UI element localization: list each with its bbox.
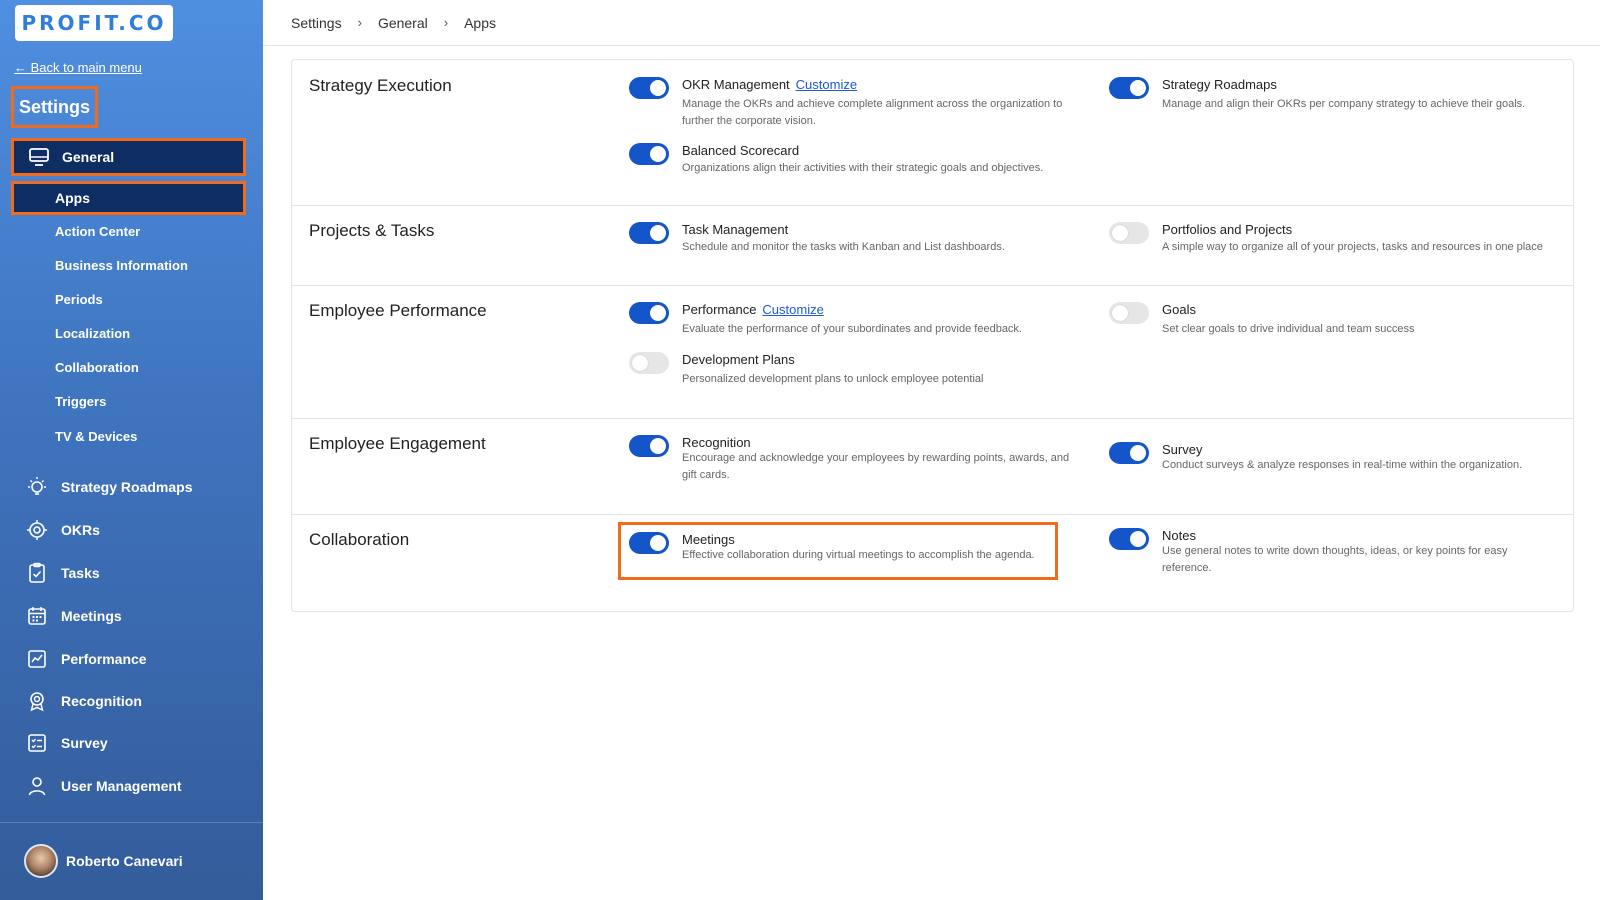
app-name: Goals [1162, 302, 1196, 317]
lightbulb-icon [25, 475, 49, 499]
section-title: Projects & Tasks [309, 221, 435, 240]
performance-toggle[interactable] [629, 302, 669, 324]
app-name: Portfolios and Projects [1162, 222, 1293, 237]
chevron-right-icon: › [357, 15, 362, 30]
app-name: Performance [682, 302, 757, 317]
section-employee-performance: Employee Performance Performance Customiz… [292, 286, 1573, 419]
sidebar-item-label: Survey [61, 735, 108, 751]
clipboard-check-icon [25, 561, 49, 585]
app-name: OKR Management [682, 77, 790, 92]
performance-customize-link[interactable]: Customize [762, 302, 823, 317]
breadcrumb-apps: Apps [464, 14, 497, 31]
sidebar-item-general-label: General [62, 149, 115, 165]
app-name: Recognition [682, 435, 751, 450]
target-icon [25, 518, 49, 542]
settings-title: Settings [11, 86, 98, 128]
sidebar-item-okrs[interactable]: OKRs [25, 518, 100, 542]
sidebar-item-user-management[interactable]: User Management [25, 774, 182, 798]
sidebar-item-label: User Management [61, 778, 182, 794]
app-name: Balanced Scorecard [682, 143, 800, 158]
breadcrumb: Settings › General › Apps [263, 0, 1600, 46]
monitor-icon [29, 148, 49, 166]
sidebar-item-label: Tasks [61, 565, 100, 581]
sidebar-item-label: Meetings [61, 608, 122, 624]
app-description: Conduct surveys & analyze responses in r… [1162, 459, 1523, 471]
sidebar: PROFIT.CO ← Back to main menu Settings G… [0, 0, 263, 900]
sidebar-item-label: Strategy Roadmaps [61, 479, 193, 495]
task-management-toggle[interactable] [629, 222, 669, 244]
sidebar-item-meetings[interactable]: Meetings [25, 604, 122, 628]
app-description: Encourage and acknowledge your employees… [682, 452, 1070, 481]
sidebar-item-business-information[interactable]: Business Information [55, 258, 188, 273]
sidebar-item-apps-label: Apps [55, 190, 90, 206]
goals-toggle[interactable] [1109, 302, 1149, 324]
sidebar-item-label: Recognition [61, 693, 142, 709]
section-title: Employee Engagement [309, 434, 486, 453]
sidebar-item-general[interactable]: General [11, 138, 246, 176]
chart-line-icon [25, 647, 49, 671]
sidebar-item-periods[interactable]: Periods [55, 292, 103, 307]
strategy-roadmaps-toggle[interactable] [1109, 77, 1149, 99]
back-to-main-menu-link[interactable]: ← Back to main menu [14, 60, 142, 75]
meetings-highlight-box [618, 522, 1058, 580]
portfolios-projects-toggle[interactable] [1109, 222, 1149, 244]
notes-toggle[interactable] [1109, 528, 1149, 550]
okr-management-toggle[interactable] [629, 77, 669, 99]
app-name: Notes [1162, 528, 1196, 543]
app-description: Manage and align their OKRs per company … [1162, 98, 1526, 110]
sidebar-divider [0, 822, 263, 823]
app-name: Strategy Roadmaps [1162, 77, 1277, 92]
app-name: Survey [1162, 442, 1203, 457]
chevron-right-icon: › [443, 15, 449, 30]
avatar[interactable] [24, 844, 58, 878]
section-strategy-execution: Strategy Execution OKR Management Customi… [292, 60, 1573, 206]
sidebar-item-recognition[interactable]: Recognition [25, 689, 142, 713]
okr-customize-link[interactable]: Customize [796, 77, 857, 92]
sidebar-item-action-center[interactable]: Action Center [55, 224, 140, 239]
survey-list-icon [25, 731, 49, 755]
section-title: Employee Performance [309, 301, 487, 320]
award-badge-icon [25, 689, 49, 713]
breadcrumb-settings[interactable]: Settings [291, 15, 342, 31]
app-description: Set clear goals to drive individual and … [1162, 323, 1415, 335]
user-name: Roberto Canevari [66, 853, 183, 869]
section-title: Strategy Execution [309, 76, 452, 95]
sidebar-item-tasks[interactable]: Tasks [25, 561, 100, 585]
sidebar-item-label: OKRs [61, 522, 100, 538]
section-projects-tasks: Projects & Tasks Task Management Schedul… [292, 206, 1573, 286]
section-title: Collaboration [309, 530, 410, 549]
sidebar-item-tv-devices[interactable]: TV & Devices [55, 429, 137, 444]
app-description: A simple way to organize all of your pro… [1162, 241, 1543, 253]
sidebar-item-survey[interactable]: Survey [25, 731, 108, 755]
balanced-scorecard-toggle[interactable] [629, 143, 669, 165]
app-description: Manage the OKRs and achieve complete ali… [682, 98, 1063, 127]
user-icon [25, 774, 49, 798]
section-employee-engagement: Employee Engagement Recognition Encourag… [292, 419, 1573, 515]
recognition-toggle[interactable] [629, 435, 669, 457]
app-description: Use general notes to write down thoughts… [1162, 545, 1508, 574]
app-name: Development Plans [682, 352, 795, 367]
profit-co-logo[interactable]: PROFIT.CO [15, 5, 173, 41]
app-description: Personalized development plans to unlock… [682, 373, 984, 385]
calendar-icon [25, 604, 49, 628]
logo-text: PROFIT.CO [21, 11, 167, 35]
sidebar-item-triggers[interactable]: Triggers [55, 394, 106, 409]
app-description: Evaluate the performance of your subordi… [682, 323, 1022, 335]
sidebar-item-apps[interactable]: Apps [11, 181, 246, 215]
sidebar-item-collaboration[interactable]: Collaboration [55, 360, 139, 375]
app-description: Schedule and monitor the tasks with Kanb… [682, 241, 1005, 253]
app-name: Task Management [682, 222, 789, 237]
app-description: Organizations align their activities wit… [682, 162, 1044, 174]
sidebar-item-strategy-roadmaps[interactable]: Strategy Roadmaps [25, 475, 192, 499]
breadcrumb-general[interactable]: General [378, 15, 428, 31]
survey-toggle[interactable] [1109, 442, 1149, 464]
sidebar-item-performance[interactable]: Performance [25, 647, 147, 671]
user-profile[interactable]: Roberto Canevari [24, 844, 183, 878]
development-plans-toggle[interactable] [629, 352, 669, 374]
sidebar-item-label: Performance [61, 651, 147, 667]
sidebar-item-localization[interactable]: Localization [55, 326, 130, 341]
